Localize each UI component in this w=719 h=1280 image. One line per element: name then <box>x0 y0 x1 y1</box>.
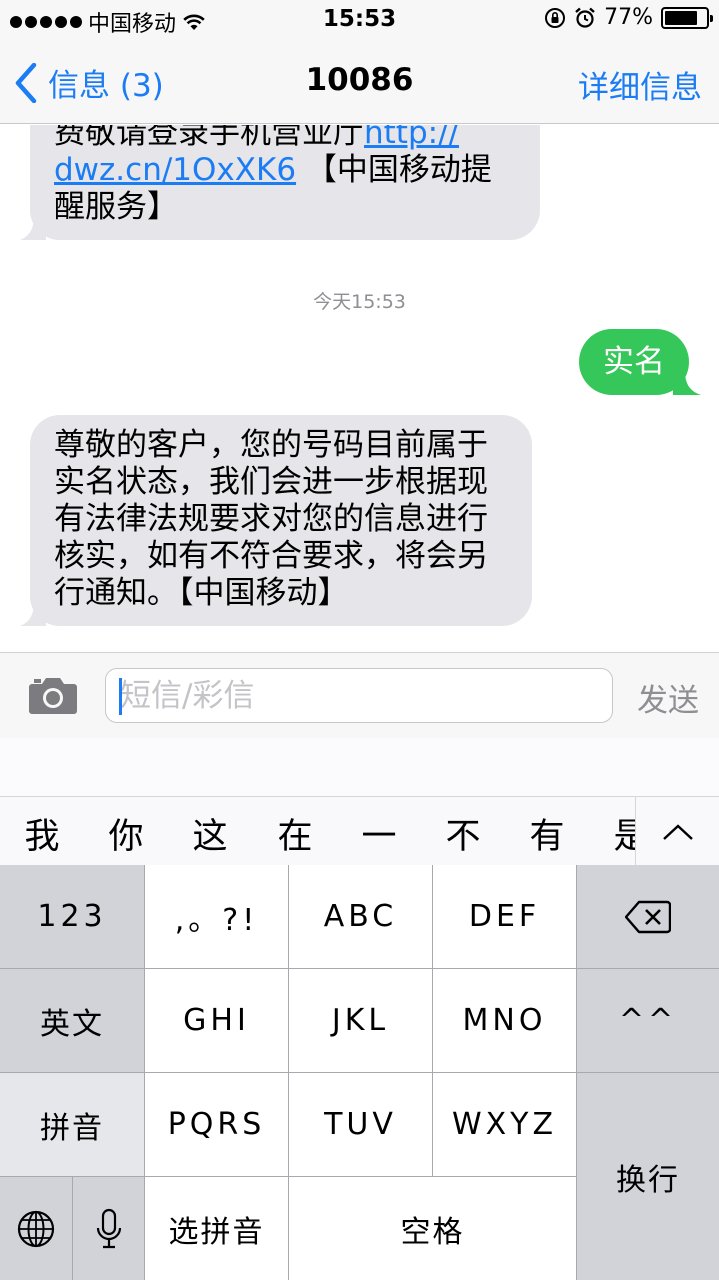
dictation-key[interactable] <box>73 1177 145 1280</box>
candidate-word[interactable]: 有 <box>507 808 587 859</box>
keyboard: 123 ,。?! ABC DEF 英文 GHI JKL MNO ^^ 拼音 PQ… <box>0 865 719 1280</box>
key-emoticon[interactable]: ^^ <box>577 969 719 1073</box>
key-select-pinyin[interactable]: 选拼音 <box>145 1177 289 1280</box>
key-abc[interactable]: ABC <box>289 865 433 969</box>
navigation-bar: 信息 (3) 10086 详细信息 <box>0 40 719 124</box>
message-input[interactable] <box>105 668 613 723</box>
delete-key[interactable] <box>577 865 719 969</box>
candidate-word[interactable]: 你 <box>86 808 166 859</box>
message-line: 费敬请登录手机营业厅http:// <box>54 125 516 152</box>
text-cursor <box>119 678 122 715</box>
message-thread[interactable]: 费敬请登录手机营业厅http:// dwz.cn/1OxXK6 【中国移动提 醒… <box>0 125 719 652</box>
candidate-word[interactable]: 一 <box>339 808 419 859</box>
bubble-tail <box>20 216 46 240</box>
key-tuv[interactable]: TUV <box>289 1073 433 1177</box>
bubble-tail <box>20 602 46 626</box>
bubble-tail <box>673 371 701 395</box>
globe-key[interactable] <box>0 1177 73 1280</box>
message-line: dwz.cn/1OxXK6 【中国移动提 <box>54 152 516 189</box>
message-link[interactable]: http:// <box>364 125 459 151</box>
candidate-bar: 我 你 这 在 一 不 有 是 <box>0 796 719 865</box>
keyboard-toolbar-area <box>0 738 719 796</box>
battery-icon <box>661 6 713 29</box>
message-line: 行通知。【中国移动】 <box>54 575 349 611</box>
microphone-icon <box>96 1208 121 1248</box>
candidate-word[interactable]: 我 <box>2 808 82 859</box>
message-line: 尊敬的客户，您的号码目前属于 <box>54 427 488 463</box>
message-link[interactable]: dwz.cn/1OxXK6 <box>54 152 296 188</box>
message-line: 醒服务】 <box>54 189 178 225</box>
message-line: 核实，如有不符合要求，将会另 <box>54 538 488 574</box>
space-key[interactable]: 空格 <box>289 1177 577 1280</box>
camera-icon[interactable] <box>28 675 78 715</box>
key-ghi[interactable]: GHI <box>145 969 289 1073</box>
message-timestamp: 今天15:53 <box>313 291 406 313</box>
candidate-word[interactable]: 不 <box>423 808 503 859</box>
send-button[interactable]: 发送 <box>637 675 699 720</box>
return-key[interactable]: 换行 <box>577 1073 719 1280</box>
alarm-icon <box>575 7 595 28</box>
received-message: 费敬请登录手机营业厅http:// dwz.cn/1OxXK6 【中国移动提 醒… <box>20 125 540 240</box>
candidate-word[interactable]: 这 <box>170 808 250 859</box>
message-line: 有法律法规要求对您的信息进行 <box>54 501 488 537</box>
key-wxyz[interactable]: WXYZ <box>433 1073 577 1177</box>
key-numbers[interactable]: 123 <box>0 865 145 969</box>
compose-bar: 发送 <box>0 652 719 738</box>
key-pqrs[interactable]: PQRS <box>145 1073 289 1177</box>
back-button[interactable]: 信息 (3) <box>14 60 164 105</box>
key-def[interactable]: DEF <box>433 865 577 969</box>
message-line: 实名状态，我们会进一步根据现 <box>54 464 488 500</box>
battery-percent: 77% <box>604 5 653 30</box>
received-message: 尊敬的客户，您的号码目前属于 实名状态，我们会进一步根据现 有法律法规要求对您的… <box>20 415 532 626</box>
key-english[interactable]: 英文 <box>0 969 145 1073</box>
message-text: 实名 <box>603 344 665 380</box>
status-bar: 中国移动 15:53 77% <box>0 0 719 40</box>
chevron-left-icon <box>15 62 37 103</box>
candidate-word[interactable]: 在 <box>255 808 335 859</box>
key-jkl[interactable]: JKL <box>289 969 433 1073</box>
message-text: 【中国移动提 <box>296 152 492 188</box>
key-mno[interactable]: MNO <box>433 969 577 1073</box>
delete-icon <box>625 900 671 933</box>
orientation-lock-icon <box>545 7 566 28</box>
chevron-up-icon <box>662 823 693 840</box>
globe-icon <box>17 1210 55 1247</box>
sent-message: 实名 <box>579 329 701 395</box>
message-text: 费敬请登录手机营业厅 <box>54 125 364 151</box>
expand-candidates-button[interactable] <box>635 797 719 865</box>
key-punctuation[interactable]: ,。?! <box>145 865 289 969</box>
status-right: 77% <box>544 5 713 30</box>
back-button-label: 信息 (3) <box>48 68 164 104</box>
details-button[interactable]: 详细信息 <box>578 62 702 107</box>
key-pinyin[interactable]: 拼音 <box>0 1073 145 1177</box>
